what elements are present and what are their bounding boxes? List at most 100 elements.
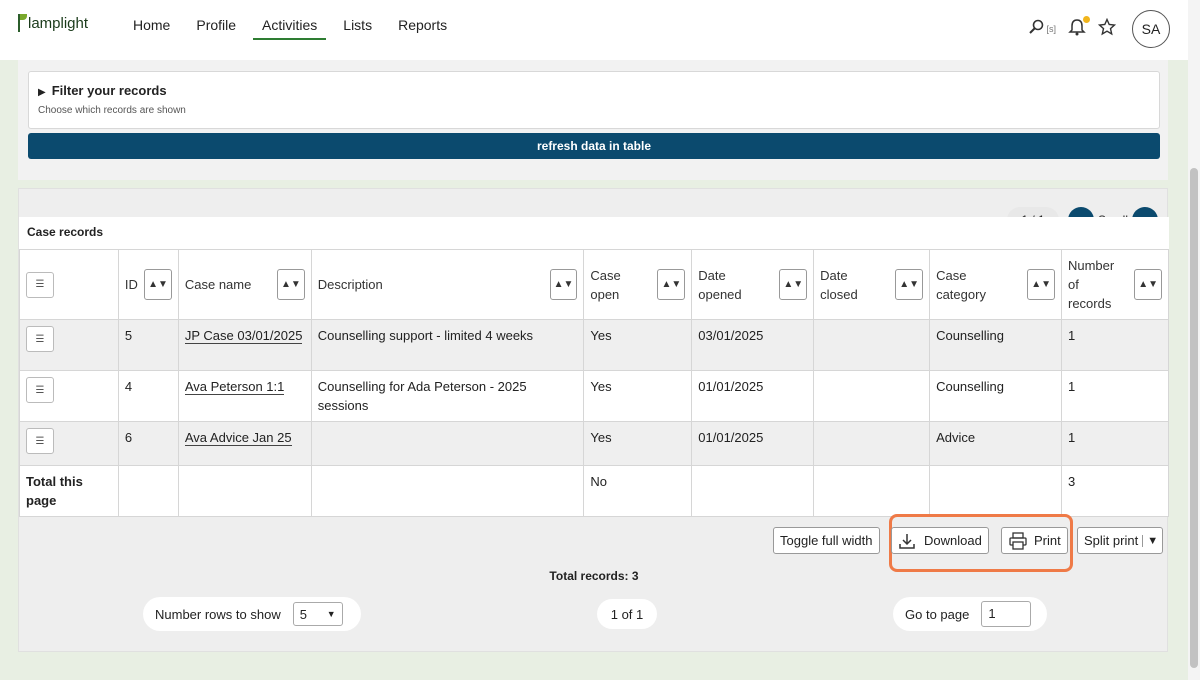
cell-date-opened: 01/01/2025 xyxy=(691,421,815,466)
refresh-data-button[interactable]: refresh data in table xyxy=(28,133,1160,159)
cell-case-category: Counselling xyxy=(929,319,1062,371)
filter-box[interactable]: ▶ Filter your records Choose which record… xyxy=(28,71,1160,129)
print-button[interactable]: Print xyxy=(1001,527,1068,554)
th-menu: ☰ xyxy=(19,249,119,320)
row-menu-icon[interactable]: ☰ xyxy=(26,377,54,403)
print-action: Print xyxy=(1001,527,1068,554)
cell-date-opened: 03/01/2025 xyxy=(691,319,815,371)
th-number-records: Number of records ▲▼ xyxy=(1060,249,1170,320)
goto-page-input[interactable]: 1 xyxy=(981,601,1032,627)
cell-number-records: 1 xyxy=(1060,421,1170,466)
table-row[interactable]: ☰ 6 Ava Advice Jan 25 Yes 01/01/2025 Adv… xyxy=(19,421,1170,466)
expand-triangle-icon: ▶ xyxy=(38,87,46,98)
chevron-down-icon: ▼ xyxy=(326,609,336,619)
col-case-category-label: Case category xyxy=(936,267,986,302)
printer-icon xyxy=(1009,531,1027,550)
sort-case-category-icon[interactable]: ▲▼ xyxy=(1027,269,1055,300)
cell-description: Counselling support - limited 4 weeks xyxy=(310,319,585,371)
cell-number-records: 1 xyxy=(1060,319,1170,371)
row-menu-icon[interactable]: ☰ xyxy=(26,326,54,352)
scrollbar-thumb[interactable] xyxy=(1190,168,1198,668)
cell-number-records: 1 xyxy=(1060,370,1170,422)
split-print-button[interactable]: Split print ▼ xyxy=(1077,527,1164,554)
header-actions: [s] SA xyxy=(1016,10,1170,48)
sort-id-icon[interactable]: ▲▼ xyxy=(144,269,172,300)
nav-profile[interactable]: Profile xyxy=(187,0,245,40)
cell-id: 4 xyxy=(117,370,179,422)
nav-activities[interactable]: Activities xyxy=(253,0,327,40)
avatar[interactable]: SA xyxy=(1132,10,1170,48)
cell-description: Counselling for Ada Peterson - 2025 sess… xyxy=(310,370,585,422)
table-row[interactable]: ☰ 4 Ava Peterson 1:1 Counselling for Ada… xyxy=(19,370,1170,422)
sort-date-opened-icon[interactable]: ▲▼ xyxy=(779,269,808,300)
cell-case-category: Advice xyxy=(929,421,1062,466)
nav-lists[interactable]: Lists xyxy=(334,0,381,40)
table-header-row: ☰ ID ▲▼ Case name ▲▼ Description ▲▼ Case op… xyxy=(19,249,1170,320)
search-icon[interactable] xyxy=(1028,19,1044,40)
cell-case-open: Yes xyxy=(583,370,693,422)
cell-description xyxy=(310,421,585,466)
cell-date-opened: 01/01/2025 xyxy=(691,370,815,422)
total-label: Total this page xyxy=(19,465,119,517)
case-records-panel: 1 / 1 ← Scroll → Case records ☰ ID▲▼ Cas… xyxy=(18,188,1170,652)
th-case-open: Case open ▲▼ xyxy=(583,249,693,320)
sort-case-open-icon[interactable]: ▲▼ xyxy=(657,269,686,300)
case-name-link[interactable]: Ava Peterson 1:1 xyxy=(184,379,285,395)
cell-id: 6 xyxy=(117,421,179,466)
cell-id: 5 xyxy=(117,319,179,371)
toggle-full-width-button[interactable]: Toggle full width xyxy=(773,527,880,554)
col-id-label: ID xyxy=(124,277,138,292)
col-description-label: Description xyxy=(317,277,383,292)
bell-icon[interactable] xyxy=(1068,15,1090,41)
lamp-icon xyxy=(18,14,27,32)
sort-number-records-icon[interactable]: ▲▼ xyxy=(1134,269,1162,300)
th-id: ID ▲▼ xyxy=(117,249,179,320)
star-icon[interactable] xyxy=(1097,17,1117,41)
filter-title[interactable]: ▶ Filter your records xyxy=(38,83,167,98)
lamplight-logo[interactable]: lamplight xyxy=(18,14,88,32)
column-menu-icon[interactable]: ☰ xyxy=(26,271,54,298)
col-date-opened-label: Date opened xyxy=(698,267,742,302)
main-nav: Home Profile Activities Lists Reports xyxy=(120,0,460,60)
table-row[interactable]: ☰ 5 JP Case 03/01/2025 Counselling suppo… xyxy=(19,319,1170,371)
cell-case-open: Yes xyxy=(583,319,693,371)
split-print-action: Split print ▼ xyxy=(1077,527,1164,554)
th-case-name: Case name ▲▼ xyxy=(177,249,312,320)
download-action: Download xyxy=(891,527,989,554)
cell-date-closed xyxy=(813,319,931,371)
cell-case-category: Counselling xyxy=(929,370,1062,422)
nav-home[interactable]: Home xyxy=(124,0,179,40)
th-case-category: Case category ▲▼ xyxy=(929,249,1062,320)
dropdown-arrow-icon[interactable]: ▼ xyxy=(1142,534,1162,547)
cell-case-open: Yes xyxy=(583,421,693,466)
page-of: 1 of 1 xyxy=(597,599,657,629)
row-menu-icon[interactable]: ☰ xyxy=(26,428,54,454)
filter-panel: ▶ Filter your records Choose which record… xyxy=(18,60,1168,180)
sort-date-closed-icon[interactable]: ▲▼ xyxy=(895,269,924,300)
cell-date-closed xyxy=(813,370,931,422)
case-name-link[interactable]: JP Case 03/01/2025 xyxy=(184,328,303,344)
total-records: Total records: 3 xyxy=(549,569,639,583)
download-icon xyxy=(899,533,915,549)
col-case-open-label: Case open xyxy=(590,267,621,302)
goto-label: Go to page xyxy=(905,606,970,622)
logo-text: lamplight xyxy=(28,15,89,32)
table-actions: Toggle full width xyxy=(773,527,880,554)
filter-subtitle: Choose which records are shown xyxy=(38,105,186,116)
rows-select[interactable]: 5 ▼ xyxy=(292,602,343,626)
th-date-opened: Date opened ▲▼ xyxy=(691,249,815,320)
rows-to-show: Number rows to show 5 ▼ xyxy=(143,597,361,631)
sort-description-icon[interactable]: ▲▼ xyxy=(549,269,578,300)
search-shortcut: [s] xyxy=(1046,24,1056,34)
case-name-link[interactable]: Ava Advice Jan 25 xyxy=(184,430,292,446)
col-number-records-label: Number of records xyxy=(1067,258,1115,311)
download-button[interactable]: Download xyxy=(891,527,989,554)
scrollbar[interactable] xyxy=(1188,0,1200,680)
case-records-table: ☰ ID ▲▼ Case name ▲▼ Description ▲▼ Case op… xyxy=(19,249,1170,517)
cell-date-closed xyxy=(813,421,931,466)
sort-case-name-icon[interactable]: ▲▼ xyxy=(276,269,305,300)
th-description: Description ▲▼ xyxy=(310,249,585,320)
total-case-open: No xyxy=(583,465,693,517)
th-date-closed: Date closed ▲▼ xyxy=(813,249,931,320)
nav-reports[interactable]: Reports xyxy=(389,0,456,40)
